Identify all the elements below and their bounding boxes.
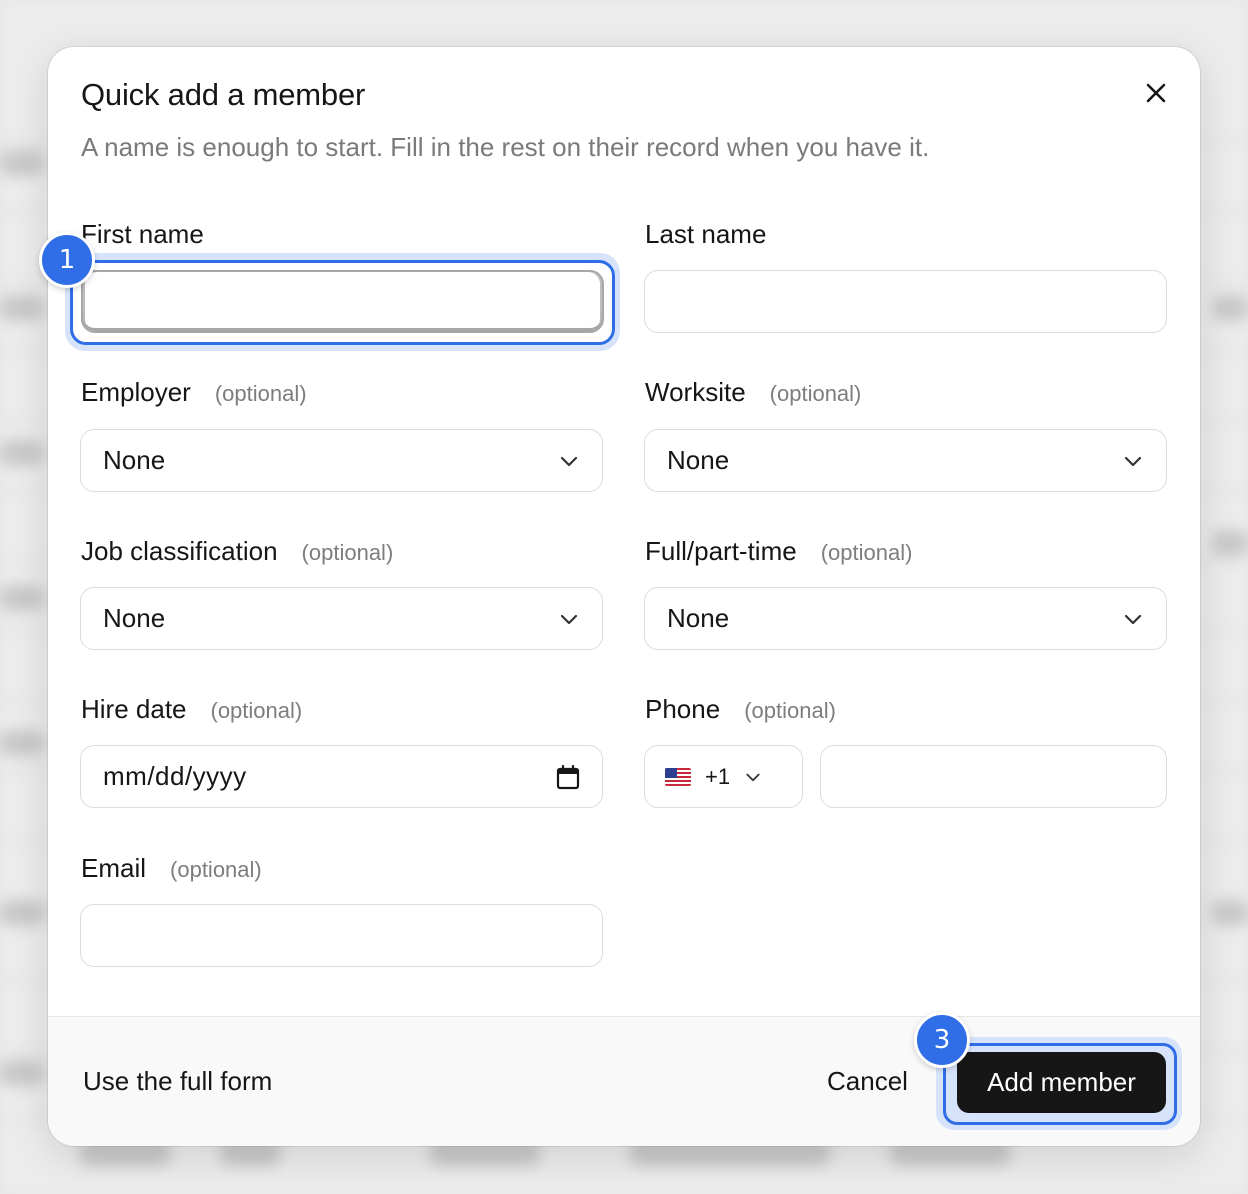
full-part-time-select-value: None (667, 603, 730, 633)
hire-date-input[interactable]: mm/dd/yyyy (80, 745, 603, 808)
phone-country-code: +1 (705, 763, 731, 789)
use-full-form-link[interactable]: Use the full form (83, 1066, 272, 1097)
hire-date-optional-hint: (optional) (210, 698, 303, 723)
email-optional-hint: (optional) (170, 857, 262, 882)
calendar-icon[interactable] (556, 764, 580, 790)
step-badge-3: 3 (914, 1012, 970, 1068)
worksite-optional-hint: (optional) (769, 381, 862, 406)
full-part-time-label-text: Full/part-time (645, 536, 797, 566)
full-part-time-select[interactable]: None (644, 587, 1167, 650)
hire-date-label: Hire date (optional) (81, 694, 302, 725)
employer-label: Employer (optional) (81, 377, 307, 408)
phone-label: Phone (optional) (645, 694, 836, 725)
email-label: Email (optional) (81, 853, 262, 884)
first-name-input[interactable] (81, 270, 604, 333)
worksite-label: Worksite (optional) (645, 377, 861, 408)
close-button[interactable] (1138, 75, 1174, 111)
chevron-down-icon (1124, 614, 1142, 624)
hire-date-placeholder: mm/dd/yyyy (103, 761, 247, 791)
first-name-label-text: First name (81, 219, 204, 249)
chevron-down-icon (560, 614, 578, 624)
phone-label-text: Phone (645, 694, 721, 724)
hire-date-label-text: Hire date (81, 694, 187, 724)
last-name-label-text: Last name (645, 219, 767, 249)
job-classification-label-text: Job classification (81, 536, 278, 566)
cancel-button[interactable]: Cancel (827, 1066, 908, 1097)
last-name-label: Last name (645, 219, 766, 250)
employer-select[interactable]: None (80, 429, 603, 492)
quick-add-member-dialog: Quick add a member A name is enough to s… (48, 47, 1200, 1146)
step-badge-1: 1 (39, 232, 95, 288)
full-part-time-optional-hint: (optional) (820, 540, 913, 565)
us-flag-icon (665, 767, 691, 786)
job-classification-optional-hint: (optional) (301, 540, 394, 565)
dialog-subtitle: A name is enough to start. Fill in the r… (81, 132, 930, 162)
phone-country-select[interactable]: +1 (644, 745, 803, 808)
chevron-down-icon (560, 456, 578, 466)
dialog-footer: Use the full form Cancel Add member (48, 1016, 1200, 1146)
last-name-input[interactable] (644, 270, 1167, 333)
worksite-select-value: None (667, 445, 730, 475)
job-classification-select[interactable]: None (80, 587, 603, 650)
employer-select-value: None (103, 445, 166, 475)
phone-number-input[interactable] (820, 745, 1167, 808)
job-classification-label: Job classification (optional) (81, 536, 393, 567)
dialog-title: Quick add a member (81, 77, 366, 112)
first-name-label: First name (81, 219, 204, 250)
full-part-time-label: Full/part-time (optional) (645, 536, 912, 567)
worksite-select[interactable]: None (644, 429, 1167, 492)
add-member-button[interactable]: Add member (957, 1052, 1166, 1113)
email-input[interactable] (80, 904, 603, 967)
chevron-down-icon (1124, 456, 1142, 466)
employer-optional-hint: (optional) (214, 381, 307, 406)
close-icon (1146, 83, 1166, 103)
phone-optional-hint: (optional) (744, 698, 836, 723)
worksite-label-text: Worksite (645, 377, 746, 407)
job-classification-select-value: None (103, 603, 166, 633)
email-label-text: Email (81, 853, 147, 883)
chevron-down-icon (746, 773, 760, 781)
employer-label-text: Employer (81, 377, 191, 407)
